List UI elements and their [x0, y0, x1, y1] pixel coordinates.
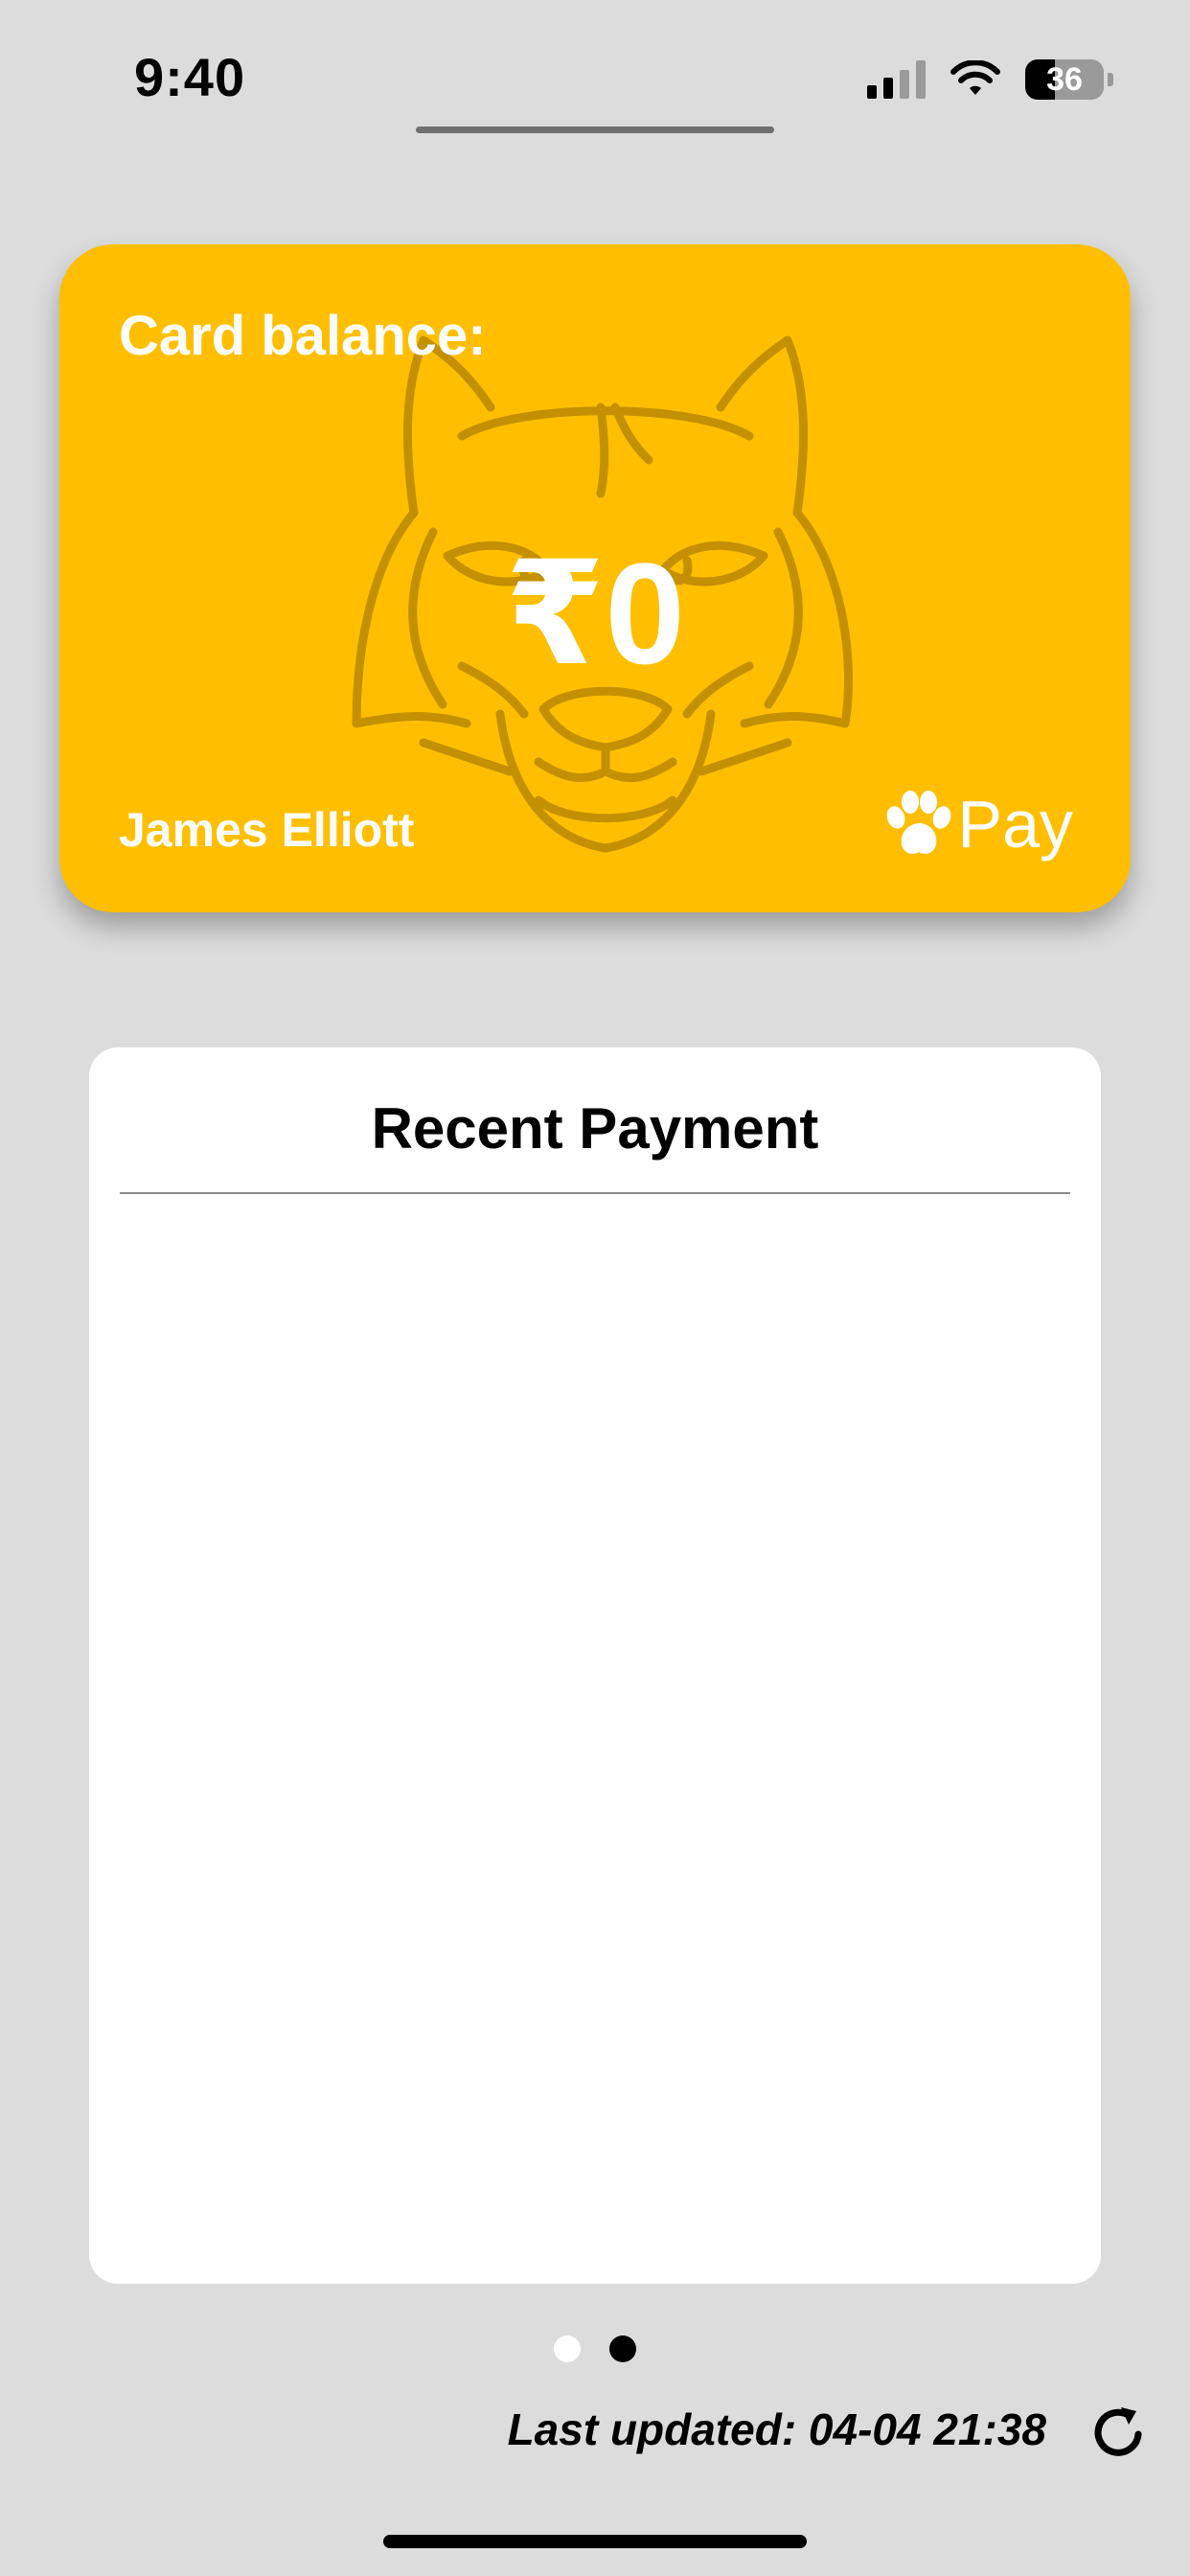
refresh-icon[interactable]	[1088, 2402, 1150, 2463]
panel-divider	[120, 1192, 1070, 1194]
status-icons: 36	[867, 56, 1113, 104]
status-time: 9:40	[134, 47, 246, 107]
pull-down-handle[interactable]	[416, 126, 774, 133]
home-indicator[interactable]	[383, 2535, 807, 2548]
recent-payment-list[interactable]	[120, 1201, 1070, 2255]
recent-payment-title: Recent Payment	[371, 1096, 819, 1161]
recent-payment-panel: Recent Payment	[89, 1047, 1101, 2284]
card-holder-name: James Elliott	[119, 803, 415, 857]
battery-level: 36	[1046, 60, 1083, 98]
last-updated-text: Last updated: 04-04 21:38	[507, 2404, 1046, 2454]
card-balance-amount: ₹0	[505, 533, 685, 694]
paw-icon	[886, 791, 951, 854]
pay-logo-text: Pay	[957, 787, 1073, 862]
signal-icon	[867, 60, 926, 99]
battery-icon: 36	[1025, 59, 1104, 100]
pay-logo: Pay	[882, 789, 1073, 860]
balance-card[interactable]: Card balance: ₹0 James Elliott Pay	[59, 244, 1131, 912]
page-dot-2[interactable]	[609, 2335, 636, 2362]
wifi-icon	[950, 60, 1000, 95]
wallet-screen: 9:40 36 Card balance: ₹0 James Elliott P…	[0, 0, 1190, 2576]
card-balance-label: Card balance:	[119, 305, 487, 367]
battery-tip	[1108, 73, 1113, 86]
page-indicator[interactable]	[0, 2335, 1190, 2362]
page-dot-1[interactable]	[554, 2335, 581, 2362]
